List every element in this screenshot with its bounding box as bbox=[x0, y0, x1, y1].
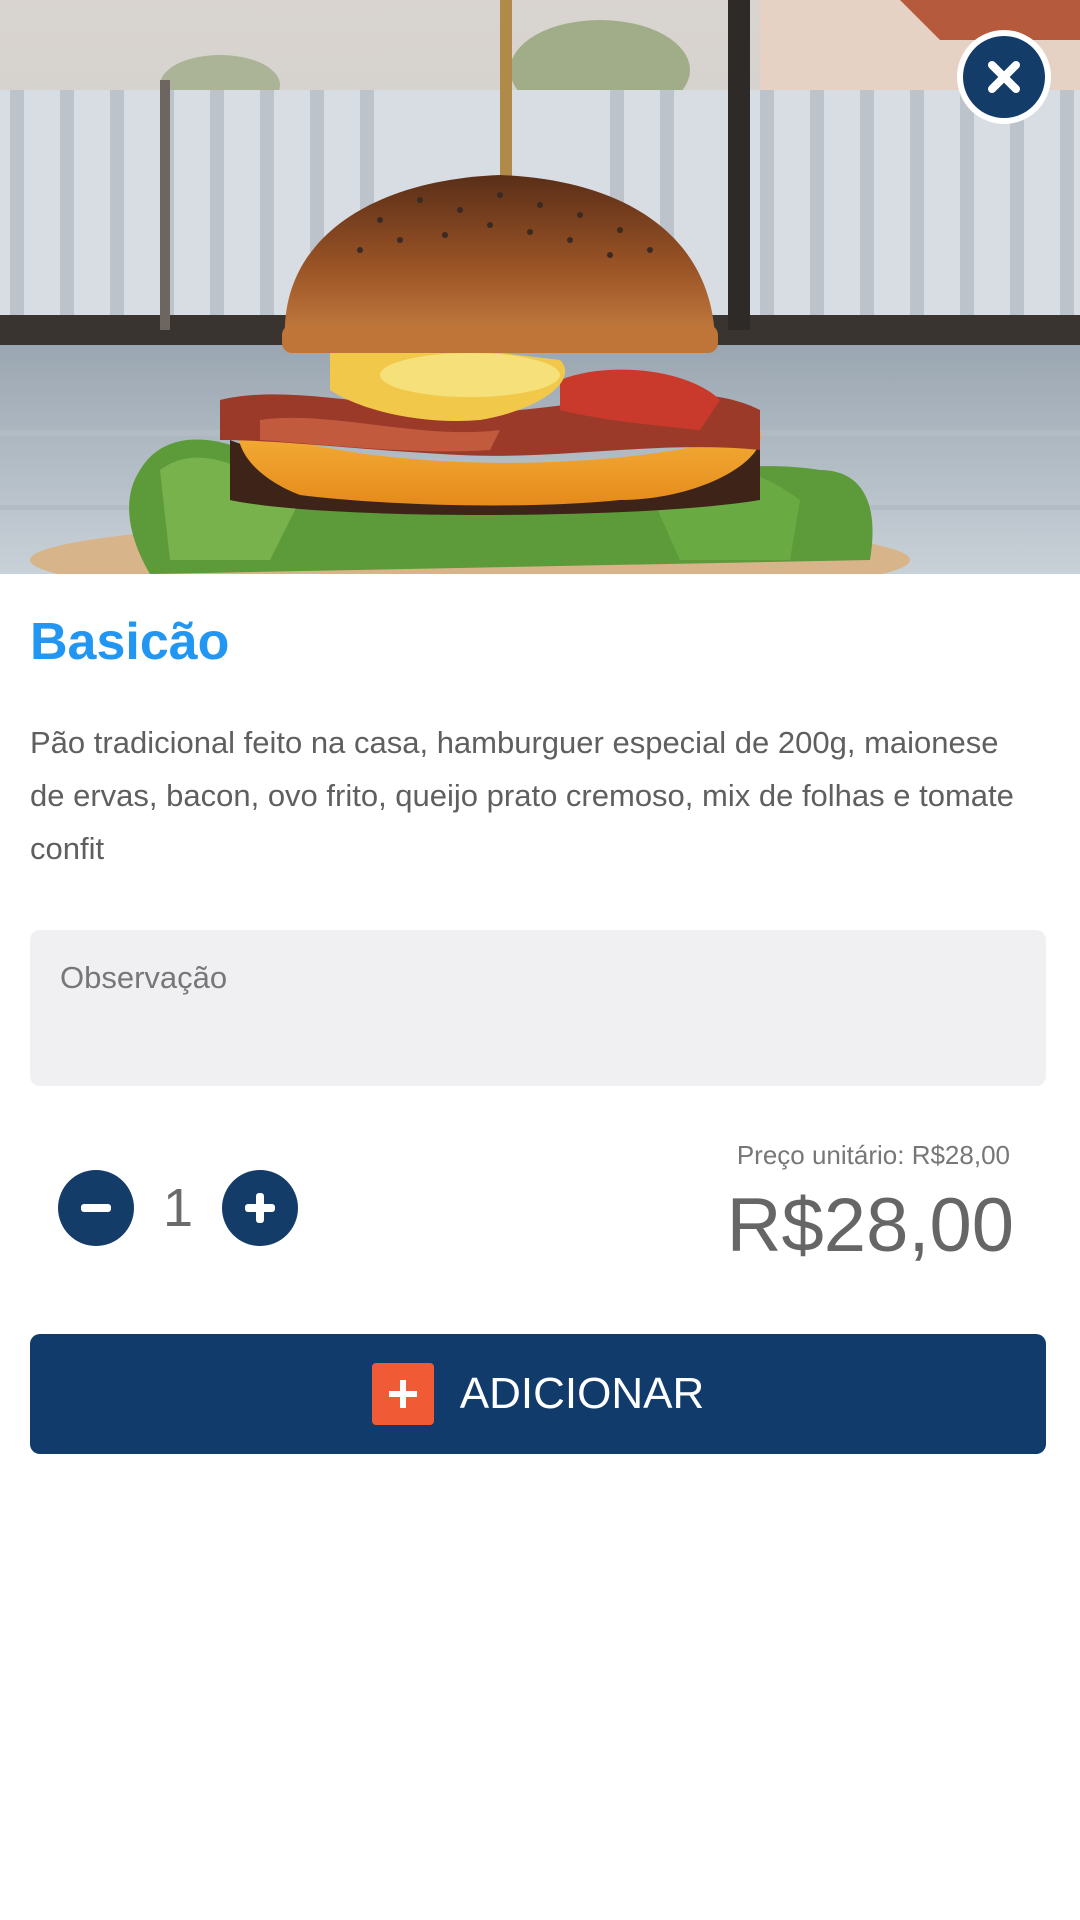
product-image bbox=[0, 0, 1080, 574]
decrease-quantity-button[interactable] bbox=[58, 1170, 134, 1246]
product-description: Pão tradicional feito na casa, hamburgue… bbox=[30, 725, 1014, 866]
quantity-stepper: 1 bbox=[58, 1170, 298, 1246]
total-price: R$28,00 bbox=[726, 1183, 1014, 1268]
close-icon bbox=[963, 36, 1045, 118]
product-title: Basicão bbox=[30, 613, 230, 671]
increase-quantity-button[interactable] bbox=[222, 1170, 298, 1246]
add-button-label: ADICIONAR bbox=[459, 1369, 705, 1418]
plus-square-icon bbox=[371, 1363, 434, 1425]
close-button[interactable] bbox=[957, 30, 1051, 124]
quantity-value: 1 bbox=[162, 1178, 194, 1238]
observation-field[interactable] bbox=[30, 930, 1046, 1086]
minus-icon bbox=[81, 1204, 111, 1212]
add-to-cart-button[interactable]: ADICIONAR bbox=[30, 1334, 1046, 1454]
plus-icon bbox=[245, 1193, 275, 1223]
unit-price: Preço unitário: R$28,00 bbox=[736, 1140, 1010, 1170]
product-detail-page: Basicão Pão tradicional feito na casa, h… bbox=[0, 0, 1080, 1920]
